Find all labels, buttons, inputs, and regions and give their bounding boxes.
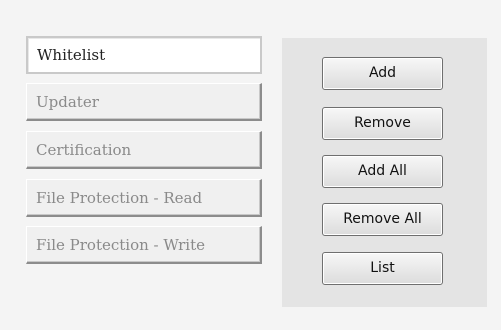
remove-button[interactable]: Remove [322,107,443,140]
remove-all-button[interactable]: Remove All [322,203,443,236]
nav-item-updater[interactable]: Updater [26,83,262,121]
add-button[interactable]: Add [322,57,443,90]
list-button[interactable]: List [322,252,443,285]
nav-item-whitelist[interactable]: Whitelist [26,36,262,74]
action-button-panel: Add Remove Add All Remove All List [282,38,487,307]
nav-item-certification[interactable]: Certification [26,131,262,169]
add-all-button[interactable]: Add All [322,155,443,188]
nav-item-file-protection-write[interactable]: File Protection - Write [26,226,262,264]
nav-item-file-protection-read[interactable]: File Protection - Read [26,179,262,217]
